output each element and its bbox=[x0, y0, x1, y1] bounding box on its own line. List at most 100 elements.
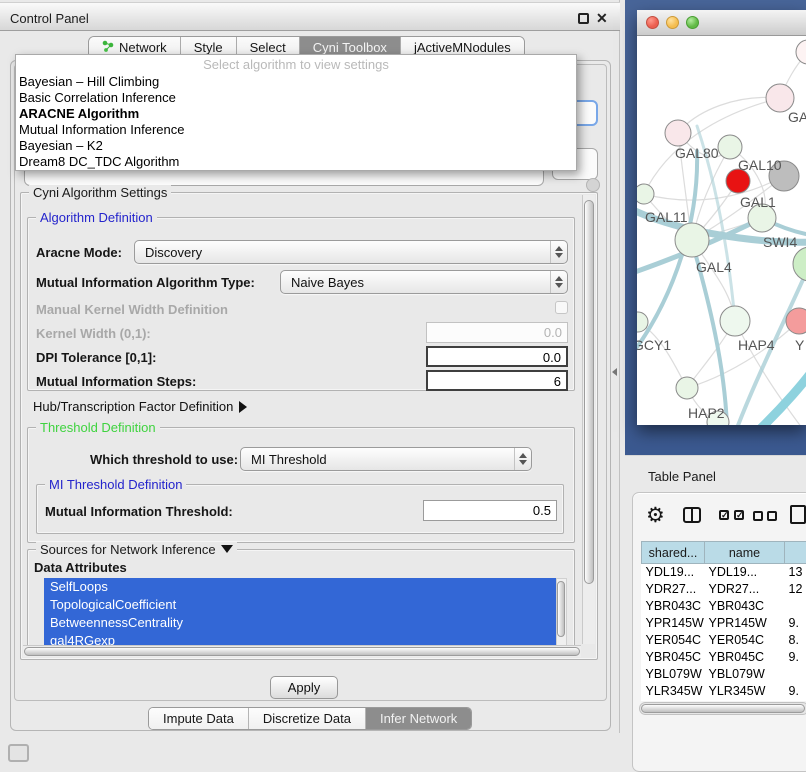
settings-horizontal-scrollbar[interactable] bbox=[23, 645, 581, 657]
table-row[interactable]: YPR145WYPR145W9. bbox=[642, 615, 806, 632]
hub-tf-definition-expander[interactable]: Hub/Transcription Factor Definition bbox=[33, 399, 247, 414]
table-cell bbox=[785, 666, 806, 683]
data-attributes-label: Data Attributes bbox=[34, 560, 127, 575]
tab-label: Network bbox=[119, 40, 167, 55]
table-cell: YIL052C bbox=[705, 700, 785, 702]
network-node[interactable] bbox=[718, 135, 742, 159]
minimize-traffic-light-icon[interactable] bbox=[666, 16, 679, 29]
network-node[interactable] bbox=[766, 84, 794, 112]
network-node[interactable] bbox=[637, 312, 648, 332]
node-label: GAL bbox=[788, 109, 806, 125]
table-row[interactable]: YBR045CYBR045C9. bbox=[642, 649, 806, 666]
table-row[interactable]: YIL052CYIL052C9. bbox=[642, 700, 806, 702]
scroll-knob-partial[interactable] bbox=[586, 178, 600, 192]
mi-type-value: Naive Bayes bbox=[281, 275, 550, 290]
select-all-checkbox-icon[interactable]: ✓ bbox=[719, 510, 729, 520]
settings-scrollbar-thumb[interactable] bbox=[584, 200, 594, 584]
dpi-tolerance-field[interactable]: 0.0 bbox=[426, 346, 568, 367]
network-canvas[interactable]: GALGAL80GAL10GAL1GAL11SWI4GAL4GCY1HAP4YH… bbox=[637, 36, 806, 425]
node-table-scrollport[interactable]: shared...nameYDL19...YDL19...13YDR27...Y… bbox=[641, 541, 806, 701]
threshold-definition-title: Threshold Definition bbox=[36, 420, 160, 435]
threshold-definition-group: Threshold Definition Which threshold to … bbox=[27, 427, 575, 543]
table-cell: YDR27... bbox=[705, 581, 785, 598]
splitter-collapse-icon[interactable] bbox=[612, 368, 617, 376]
column-header[interactable]: name bbox=[705, 542, 785, 564]
deselect-all-checkbox-icon[interactable] bbox=[753, 511, 763, 521]
settings-hscrollbar-thumb[interactable] bbox=[24, 647, 580, 656]
kernel-width-label: Kernel Width (0,1): bbox=[36, 326, 151, 341]
tab-impute-data[interactable]: Impute Data bbox=[149, 708, 249, 729]
network-node[interactable] bbox=[665, 120, 691, 146]
table-row[interactable]: YER054CYER054C8. bbox=[642, 632, 806, 649]
close-traffic-light-icon[interactable] bbox=[646, 16, 659, 29]
data-attributes-list: SelfLoops TopologicalCoefficient Between… bbox=[44, 578, 556, 649]
network-window-titlebar[interactable] bbox=[637, 10, 806, 36]
table-row[interactable]: YDL19...YDL19...13 bbox=[642, 564, 806, 581]
tab-infer-network[interactable]: Infer Network bbox=[366, 708, 471, 729]
settings-vertical-scrollbar[interactable] bbox=[582, 195, 595, 644]
table-row[interactable]: YLR345WYLR345W9. bbox=[642, 683, 806, 700]
table-cell: YDL19... bbox=[705, 564, 785, 581]
attribute-item-topologicalcoefficient[interactable]: TopologicalCoefficient bbox=[44, 596, 556, 614]
algorithm-definition-group: Algorithm Definition Aracne Mode: Discov… bbox=[27, 217, 575, 391]
table-row[interactable]: YBL079WYBL079W bbox=[642, 666, 806, 683]
algorithm-option-mutual-information[interactable]: Mutual Information Inference bbox=[16, 122, 576, 138]
network-node[interactable] bbox=[675, 223, 709, 257]
algorithm-option-bayesian-hill-climbing[interactable]: Bayesian – Hill Climbing bbox=[16, 74, 576, 90]
table-cell: 12 bbox=[785, 581, 806, 598]
which-threshold-value: MI Threshold bbox=[241, 452, 514, 467]
attribute-item-betweennesscentrality[interactable]: BetweennessCentrality bbox=[44, 614, 556, 632]
mi-algorithm-type-select[interactable]: Naive Bayes bbox=[280, 270, 568, 294]
column-header[interactable]: shared... bbox=[642, 542, 705, 564]
network-node[interactable] bbox=[720, 306, 750, 336]
which-threshold-select[interactable]: MI Threshold bbox=[240, 447, 532, 471]
attributes-scrollbar-thumb[interactable] bbox=[557, 581, 565, 637]
algorithm-definition-title: Algorithm Definition bbox=[36, 210, 157, 225]
sources-title[interactable]: Sources for Network Inference bbox=[36, 542, 237, 557]
network-node[interactable] bbox=[637, 184, 654, 204]
aracne-mode-select[interactable]: Discovery bbox=[134, 240, 568, 264]
attribute-item-selfloops[interactable]: SelfLoops bbox=[44, 578, 556, 596]
manual-kernel-checkbox[interactable] bbox=[555, 301, 568, 314]
settings-group-title: Cyni Algorithm Settings bbox=[29, 185, 171, 200]
control-panel-window: Control Panel ✕ Network Style Select Cyn… bbox=[0, 0, 620, 733]
table-panel-body: ⚙ ✓ ✓ shared...nameYDL19...YDL19...13YDR… bbox=[632, 492, 806, 772]
select-all-checkbox-icon[interactable]: ✓ bbox=[734, 510, 744, 520]
table-horizontal-scrollbar[interactable] bbox=[639, 702, 806, 715]
dropdown-placeholder: Select algorithm to view settings bbox=[16, 55, 576, 74]
table-cell: YLR345W bbox=[705, 683, 785, 700]
network-icon bbox=[102, 40, 114, 55]
table-cell: YDL19... bbox=[642, 564, 705, 581]
table-row[interactable]: YDR27...YDR27...12 bbox=[642, 581, 806, 598]
network-node[interactable] bbox=[796, 40, 806, 64]
zoom-traffic-light-icon[interactable] bbox=[686, 16, 699, 29]
algorithm-option-bayesian-k2[interactable]: Bayesian – K2 bbox=[16, 138, 576, 154]
tab-discretize-data[interactable]: Discretize Data bbox=[249, 708, 366, 729]
column-header[interactable] bbox=[785, 542, 806, 564]
table-cell: 9. bbox=[785, 683, 806, 700]
attributes-scrollbar[interactable] bbox=[556, 578, 567, 649]
deselect-all-checkbox-icon[interactable] bbox=[767, 511, 777, 521]
aracne-mode-value: Discovery bbox=[135, 245, 550, 260]
stepper-arrows-icon bbox=[550, 241, 567, 263]
dock-handle[interactable] bbox=[8, 744, 29, 762]
split-columns-icon[interactable] bbox=[683, 507, 701, 523]
table-function-icon[interactable] bbox=[790, 505, 806, 524]
mi-threshold-field[interactable]: 0.5 bbox=[423, 500, 557, 521]
algorithm-option-dream8[interactable]: Dream8 DC_TDC Algorithm bbox=[16, 154, 576, 170]
network-view-window[interactable]: GALGAL80GAL10GAL1GAL11SWI4GAL4GCY1HAP4YH… bbox=[637, 10, 806, 425]
network-node[interactable] bbox=[676, 377, 698, 399]
algorithm-option-basic-correlation[interactable]: Basic Correlation Inference bbox=[16, 90, 576, 106]
close-window-icon[interactable]: ✕ bbox=[596, 12, 608, 24]
table-row[interactable]: YBR043CYBR043C bbox=[642, 598, 806, 615]
mi-steps-field[interactable]: 6 bbox=[426, 370, 568, 391]
table-cell: YBL079W bbox=[705, 666, 785, 683]
algorithm-option-aracne[interactable]: ARACNE Algorithm bbox=[16, 106, 576, 122]
network-node[interactable] bbox=[793, 247, 806, 281]
apply-button[interactable]: Apply bbox=[270, 676, 338, 699]
restore-window-icon[interactable] bbox=[578, 13, 589, 24]
gear-icon[interactable]: ⚙ bbox=[646, 503, 665, 528]
table-hscrollbar-thumb[interactable] bbox=[641, 704, 805, 713]
node-label: GAL80 bbox=[675, 145, 719, 161]
kernel-width-field[interactable]: 0.0 bbox=[426, 322, 568, 343]
